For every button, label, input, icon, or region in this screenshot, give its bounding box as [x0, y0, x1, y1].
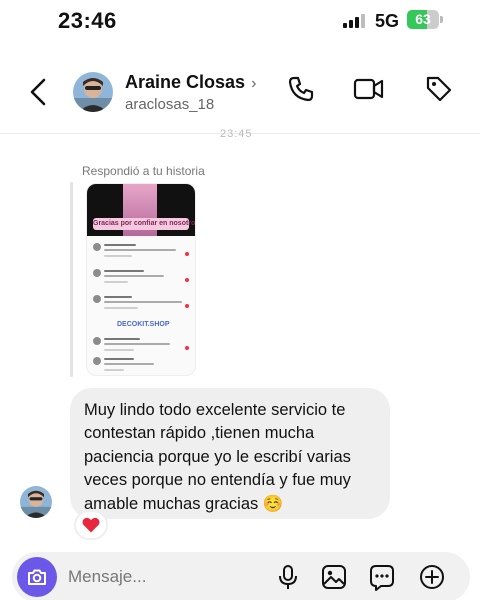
- status-bar: 23:46 5G 63: [0, 0, 480, 44]
- tag-icon: [426, 76, 452, 102]
- back-chevron-icon: [30, 78, 46, 106]
- label-button[interactable]: [424, 74, 454, 104]
- message-timestamp: 23:45: [220, 128, 253, 140]
- voice-message-button[interactable]: [274, 563, 302, 591]
- heart-reaction[interactable]: ❤️: [74, 510, 108, 540]
- sticker-button[interactable]: [368, 563, 396, 591]
- battery-icon: 63: [407, 10, 439, 29]
- story-comment: [93, 294, 191, 314]
- heart-icon: [82, 517, 100, 533]
- story-banner-text: Gracias por confiar en nosotros ❤️: [93, 220, 196, 227]
- network-type: 5G: [375, 11, 400, 31]
- battery-percent: 63: [415, 11, 431, 27]
- sender-avatar[interactable]: [20, 486, 52, 518]
- status-time: 23:46: [58, 8, 117, 33]
- gallery-icon: [322, 565, 346, 589]
- story-header-image: Gracias por confiar en nosotros ❤️: [87, 184, 196, 236]
- avatar[interactable]: [73, 72, 113, 112]
- video-camera-icon: [353, 78, 384, 100]
- message-composer: [12, 552, 470, 600]
- story-comment: [93, 242, 191, 262]
- chat-header: Araine Closas › araclosas_18: [0, 50, 480, 134]
- gallery-button[interactable]: [320, 563, 348, 591]
- back-button[interactable]: [24, 74, 54, 110]
- message-bubble[interactable]: Muy lindo todo excelente servicio te con…: [70, 388, 390, 519]
- story-preview[interactable]: Gracias por confiar en nosotros ❤️ DECOK…: [86, 183, 196, 376]
- reply-indicator-bar: [70, 182, 73, 377]
- story-comment: [93, 268, 191, 288]
- video-call-button[interactable]: [352, 74, 386, 104]
- contact-username: araclosas_18: [125, 96, 215, 113]
- story-comment: [93, 336, 191, 356]
- phone-icon: [288, 76, 314, 102]
- message-input[interactable]: [68, 564, 258, 590]
- voice-call-button[interactable]: [286, 74, 316, 104]
- add-button[interactable]: [418, 563, 446, 591]
- story-reply-label: Respondió a tu historia: [82, 164, 205, 178]
- microphone-icon: [279, 565, 297, 589]
- contact-name[interactable]: Araine Closas ›: [125, 72, 256, 93]
- story-comment: [93, 356, 191, 375]
- signal-strength-icon: [343, 14, 367, 28]
- camera-icon: [28, 569, 46, 585]
- sticker-icon: [370, 565, 394, 591]
- story-banner: Gracias por confiar en nosotros ❤️: [93, 218, 196, 230]
- battery-nub: [440, 16, 443, 23]
- camera-button[interactable]: [17, 557, 57, 597]
- add-icon: [420, 565, 444, 589]
- contact-name-text: Araine Closas: [125, 72, 246, 92]
- story-shop-label: DECOKIT.SHOP: [117, 321, 170, 328]
- profile-chevron-icon: ›: [251, 75, 257, 92]
